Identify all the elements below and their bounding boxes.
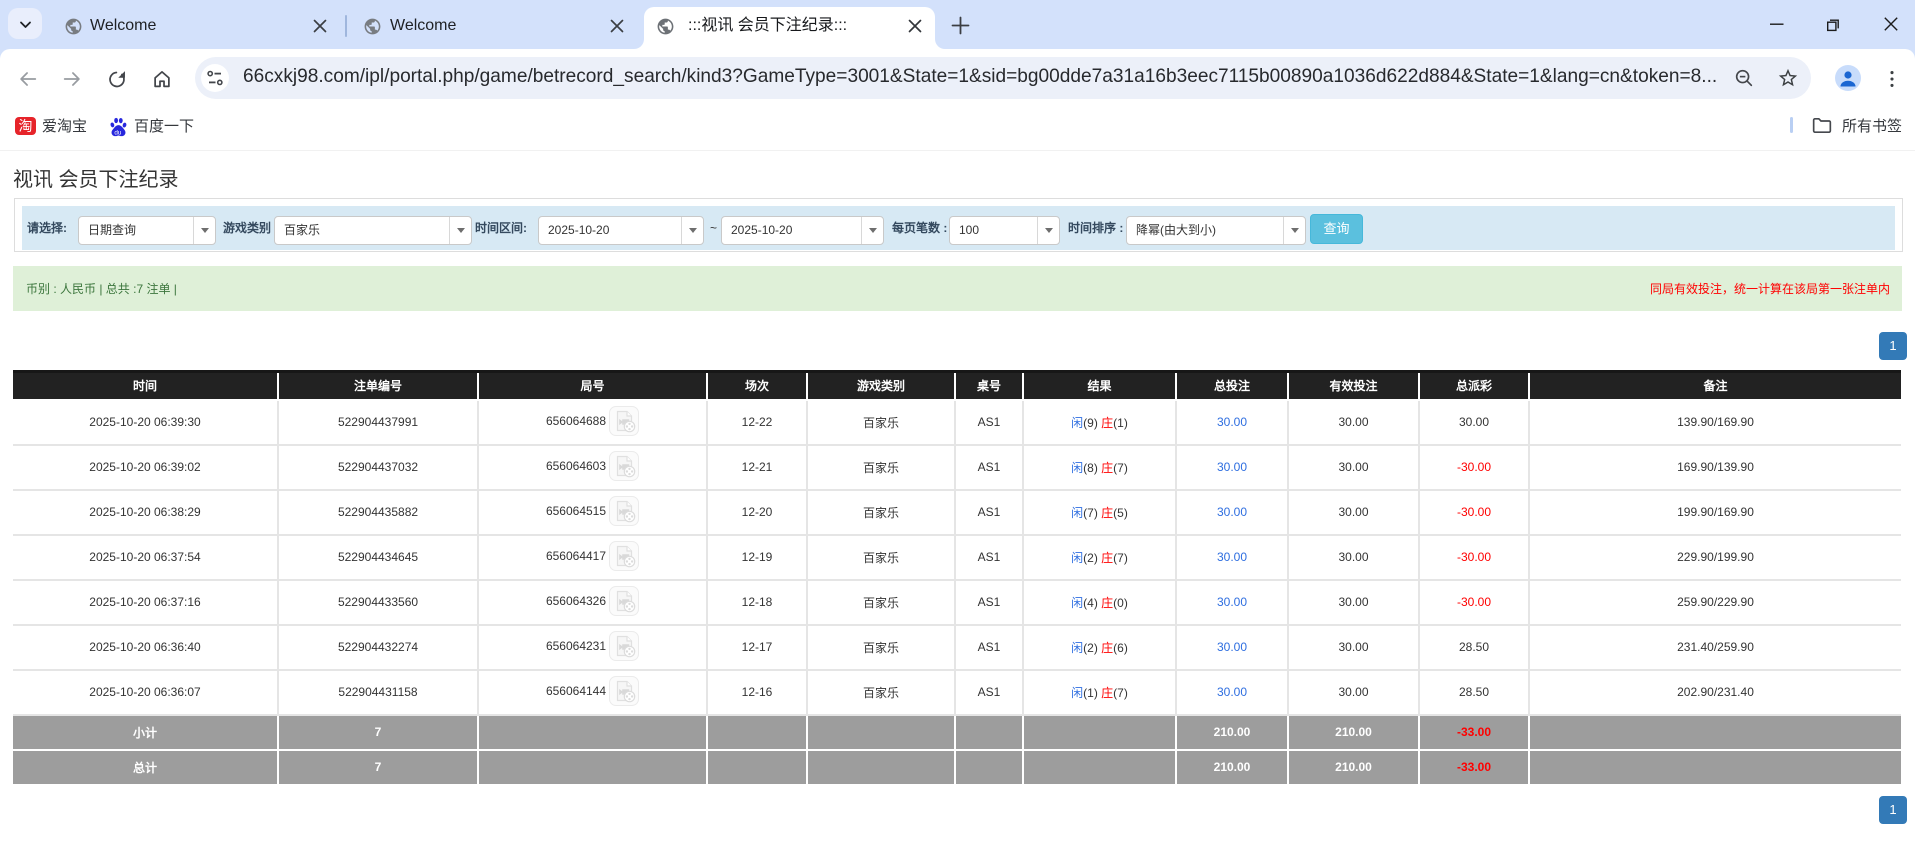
svg-text:du: du — [114, 129, 122, 136]
